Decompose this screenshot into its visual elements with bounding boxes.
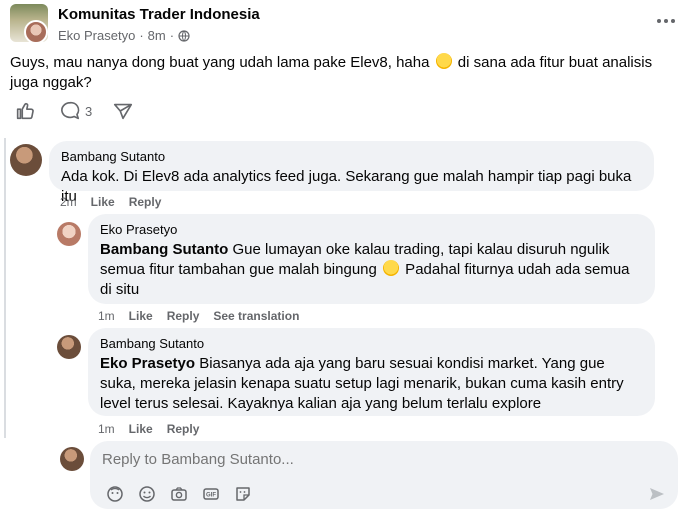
see-translation-link[interactable]: See translation — [213, 309, 299, 323]
group-avatar[interactable] — [10, 4, 48, 42]
share-icon — [114, 103, 133, 120]
comment-bubble: Eko Prasetyo Bambang Sutanto Gue lumayan… — [88, 214, 655, 304]
comment-time[interactable]: 1m — [98, 422, 115, 436]
send-icon[interactable] — [648, 485, 666, 503]
sticker-icon[interactable] — [234, 485, 252, 503]
comment-count: 3 — [85, 103, 93, 119]
comment-bubble: Bambang Sutanto Eko Prasetyo Biasanya ad… — [88, 328, 655, 416]
avatar-sticker-icon[interactable] — [106, 485, 124, 503]
reply-avatar[interactable] — [60, 447, 84, 471]
post-text: Guys, mau nanya dong buat yang udah lama… — [10, 53, 672, 93]
comment-reply-button[interactable]: Reply — [167, 309, 200, 323]
reply-toolbar: GIF — [106, 485, 252, 503]
comment-like-button[interactable]: Like — [129, 309, 153, 323]
meta-separator-2: · — [169, 28, 175, 43]
comment-reply-button[interactable]: Reply — [167, 422, 200, 436]
comment-actions: 1m Like Reply See translation — [98, 309, 299, 323]
thumbs-up-icon — [16, 102, 34, 120]
comment-like-button[interactable]: Like — [91, 195, 115, 209]
reply-input[interactable] — [102, 451, 662, 468]
post-header: Komunitas Trader Indonesia Eko Prasetyo … — [10, 4, 683, 48]
grinning-emoji-icon — [435, 53, 452, 69]
comment-like-button[interactable]: Like — [129, 422, 153, 436]
comment-author[interactable]: Eko Prasetyo — [100, 222, 643, 237]
comment-time[interactable]: 2m — [60, 195, 77, 209]
author-avatar[interactable] — [24, 20, 48, 42]
post-time[interactable]: 8m — [148, 28, 166, 43]
reply-box: GIF — [90, 441, 678, 509]
comment-avatar-bambang[interactable] — [10, 144, 42, 176]
group-name[interactable]: Komunitas Trader Indonesia — [58, 6, 260, 23]
comment-text: Eko Prasetyo Biasanya ada aja yang baru … — [100, 354, 643, 414]
post-author[interactable]: Eko Prasetyo — [58, 28, 135, 43]
globe-icon — [178, 29, 190, 42]
comment-avatar-bambang[interactable] — [57, 335, 81, 359]
mention-tag[interactable]: Bambang Sutanto — [100, 241, 228, 258]
thread-line — [4, 138, 6, 438]
comment-button[interactable]: 3 — [59, 100, 92, 122]
comment-author[interactable]: Bambang Sutanto — [100, 336, 643, 351]
emoji-icon[interactable] — [138, 485, 156, 503]
comment-author[interactable]: Bambang Sutanto — [61, 149, 642, 164]
gif-icon[interactable]: GIF — [202, 485, 220, 503]
laughing-emoji-icon — [383, 260, 400, 276]
meta-separator: · — [139, 28, 144, 43]
post-meta: Eko Prasetyo · 8m · — [58, 28, 190, 43]
comment-avatar-eko[interactable] — [57, 222, 81, 246]
like-button[interactable] — [14, 100, 36, 122]
share-button[interactable] — [112, 100, 134, 122]
comment-time[interactable]: 1m — [98, 309, 115, 323]
comment-actions: 2m Like Reply — [60, 195, 161, 209]
post-actions: 3 — [14, 100, 134, 122]
comment-actions: 1m Like Reply — [98, 422, 199, 436]
comment-text: Bambang Sutanto Gue lumayan oke kalau tr… — [100, 240, 643, 300]
comment-bubble: Bambang Sutanto Ada kok. Di Elev8 ada an… — [49, 141, 654, 205]
comment-reply-button[interactable]: Reply — [129, 195, 162, 209]
camera-icon[interactable] — [170, 485, 188, 503]
svg-text:GIF: GIF — [206, 493, 216, 499]
more-dots-icon[interactable] — [655, 12, 677, 30]
mention-tag[interactable]: Eko Prasetyo — [100, 355, 195, 372]
post-text-part-1: Guys, mau nanya dong buat yang udah lama… — [10, 54, 434, 71]
comment-bubble-icon — [61, 101, 80, 120]
